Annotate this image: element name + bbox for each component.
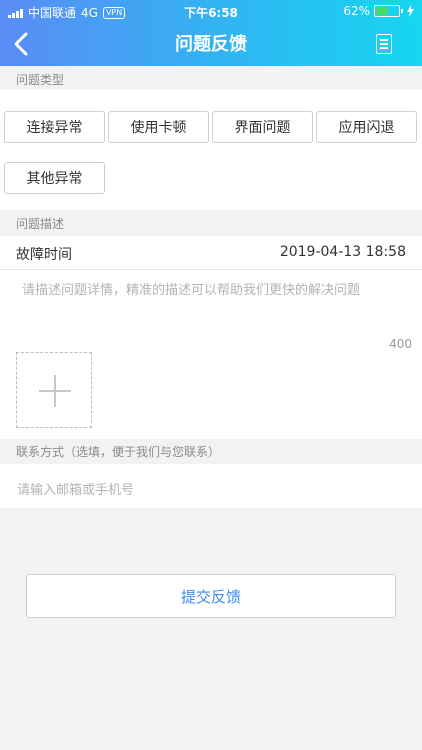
category-button-ui[interactable]: 界面问题 (212, 111, 313, 143)
back-button[interactable] (8, 28, 38, 60)
battery-icon (374, 5, 400, 17)
category-button-lag[interactable]: 使用卡顿 (108, 111, 209, 143)
plus-icon-vertical (54, 375, 56, 407)
divider (0, 269, 422, 270)
description-input[interactable]: 请描述问题详情，精准的描述可以帮助我们更快的解决问题 (22, 279, 412, 298)
page-title: 问题反馈 (175, 34, 247, 55)
header: 中国联通 4G VPN 下午6:58 62% 问题反馈 (0, 0, 422, 66)
fault-time-label: 故障时间 (16, 247, 72, 263)
status-right: 62% (343, 4, 414, 18)
section-label-desc: 问题描述 (16, 217, 65, 231)
add-image-button[interactable] (16, 352, 92, 428)
charging-icon (407, 5, 414, 17)
submit-button[interactable]: 提交反馈 (26, 574, 396, 618)
fault-time-value[interactable]: 2019-04-13 18:58 (280, 244, 406, 260)
battery-fill (376, 7, 389, 15)
status-bar: 中国联通 4G VPN 下午6:58 62% (0, 0, 422, 22)
section-label-contact: 联系方式（选填，便于我们与您联系） (16, 445, 221, 459)
contact-input[interactable]: 请输入邮箱或手机号 (17, 479, 134, 498)
chevron-left-icon (14, 32, 28, 56)
list-icon[interactable] (376, 34, 392, 54)
battery-cap (401, 9, 403, 13)
category-button-connection[interactable]: 连接异常 (4, 111, 105, 143)
category-button-other[interactable]: 其他异常 (4, 162, 105, 194)
category-button-crash[interactable]: 应用闪退 (316, 111, 417, 143)
char-counter: 400 (389, 337, 412, 351)
battery-percent: 62% (343, 4, 370, 18)
section-label-type: 问题类型 (16, 73, 65, 87)
